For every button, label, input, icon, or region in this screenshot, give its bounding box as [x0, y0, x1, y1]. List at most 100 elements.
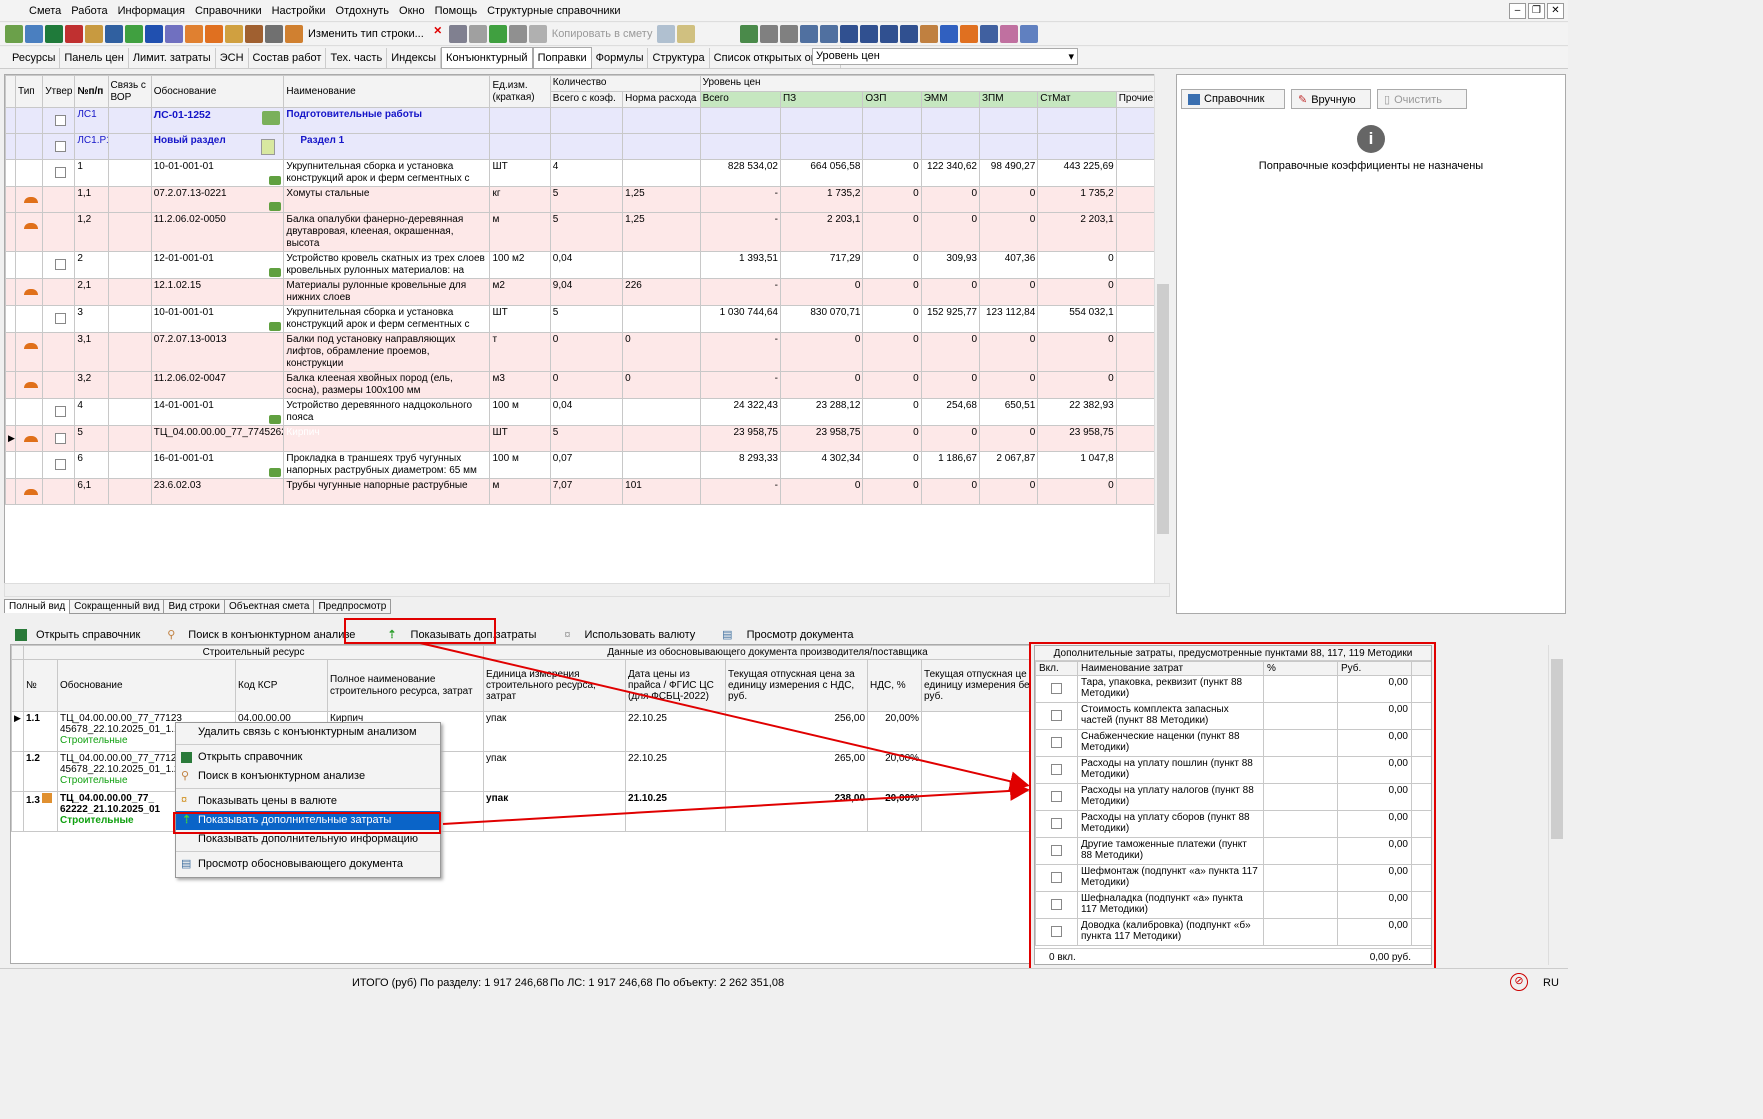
row-link[interactable] [107, 212, 152, 252]
estimate-row[interactable]: 1 10-01-001-01 Укрупнительная сборка и уст… [5, 159, 1156, 187]
stack-icon[interactable] [1020, 25, 1039, 43]
row-norm[interactable] [622, 251, 701, 279]
document-icon[interactable] [261, 139, 276, 155]
menu-item-rest[interactable]: Отдохнуть [331, 0, 395, 17]
clipboard-icon[interactable] [657, 25, 676, 43]
tab-short-view[interactable]: Сокращенный вид [69, 599, 165, 614]
rp-icon[interactable] [760, 25, 779, 43]
blocked-icon[interactable]: ⊘ [1510, 973, 1528, 991]
row-price[interactable]: 256,00 [725, 711, 869, 752]
row-norm[interactable]: 0 [622, 371, 701, 399]
estimate-row[interactable]: 1,2 11.2.06.02-0050 Балка опалубки фанерно… [5, 212, 1156, 252]
col-lower-fullname[interactable]: Полное наименование строительного ресурс… [326, 659, 485, 712]
menu-unlink-conjuncture[interactable]: Удалить связь с конъюнктурным анализом [176, 723, 440, 742]
pile-icon[interactable] [205, 25, 223, 43]
approve-checkbox[interactable] [55, 433, 67, 444]
analysis-row[interactable]: ▶ 1.1 ТЦ_04.00.00.00_77_77123 45678_22.10.2… [11, 711, 1029, 752]
row-qty[interactable]: 7,07 [549, 478, 624, 505]
analysis-row[interactable]: 1.2 ТЦ_04.00.00.00_77_77123 45678_22.10.20… [11, 751, 1029, 792]
row-price[interactable]: 238,00 [725, 791, 869, 832]
row-qty[interactable]: 5 [549, 425, 624, 452]
approve-checkbox[interactable] [55, 406, 67, 417]
col-lower-price2[interactable]: Текущая отпускная це единицу измерения б… [921, 659, 1029, 712]
estimate-row[interactable]: 6,1 23.6.02.03 Трубы чугунные напорные рас… [5, 478, 1156, 505]
move-icon[interactable] [488, 25, 507, 43]
restore-icon[interactable]: ❐ [1528, 3, 1545, 19]
tab-conjuncture[interactable]: Конъюнктурный [441, 47, 533, 69]
tab-indexes[interactable]: Индексы [387, 48, 442, 68]
copy-icon[interactable] [448, 25, 467, 43]
menu-search-conjuncture[interactable]: ⚲ Поиск в конъюнктурном анализе [176, 767, 440, 786]
estimate-row[interactable]: 2,1 12.1.02.15 Материалы рулонные кровельн… [5, 278, 1156, 306]
machine-icon[interactable] [940, 25, 959, 43]
row-qty[interactable]: 5 [549, 186, 624, 213]
subsection-row[interactable]: ЛС1.Р1 Новый раздел Раздел 1 [5, 133, 1156, 160]
layers-icon[interactable] [1000, 25, 1019, 43]
scroll-thumb[interactable] [1551, 659, 1563, 839]
tab-esn[interactable]: ЭСН [216, 48, 249, 68]
col-type[interactable]: Тип [15, 75, 44, 108]
estimate-row[interactable]: 4 14-01-001-01 Устройство деревянного надц… [5, 398, 1156, 426]
save-icon[interactable] [105, 25, 123, 43]
resource-icon[interactable] [185, 25, 203, 43]
col-lower-price[interactable]: Текущая отпускная цена за единицу измере… [725, 659, 869, 712]
col-total[interactable]: Всего [699, 91, 781, 108]
menu-item-help[interactable]: Помощь [430, 0, 483, 17]
excel-icon[interactable] [45, 25, 63, 43]
menu-item-smeta[interactable]: Смета [24, 0, 66, 17]
tab-row-view[interactable]: Вид строки [163, 599, 226, 614]
section-row[interactable]: ЛС1 ЛС-01-1252 Подготовительные работы [5, 107, 1156, 134]
analysis-row[interactable]: 1.3 ТЦ_04.00.00.00_77_ 62222_21.10.2025_01… [11, 791, 1029, 832]
paste-icon[interactable] [468, 25, 487, 43]
col-pz[interactable]: ПЗ [779, 91, 864, 108]
col-approved[interactable]: Утвер [42, 75, 76, 108]
row-link[interactable] [107, 371, 152, 399]
col-zpm[interactable]: ЗПМ [978, 91, 1039, 108]
col-ozp[interactable]: ОЗП [862, 91, 922, 108]
tab-price-panel[interactable]: Панель цен [60, 48, 129, 68]
approve-checkbox[interactable] [55, 167, 67, 178]
book-icon[interactable] [740, 25, 759, 43]
approve-checkbox[interactable] [55, 141, 67, 152]
col-unit[interactable]: Ед.изм. (краткая) [489, 75, 551, 108]
formula-icon[interactable] [269, 415, 282, 424]
menu-item-info[interactable]: Информация [113, 0, 190, 17]
col-qty-norm[interactable]: Норма расхода [622, 91, 701, 108]
row-qty[interactable]: 0,07 [549, 451, 624, 479]
recalc-icon[interactable] [165, 25, 183, 43]
change-type-button[interactable]: Изменить тип строки... [304, 28, 428, 40]
row-link[interactable] [107, 305, 152, 333]
row-qty[interactable]: 0 [549, 371, 624, 399]
approve-checkbox[interactable] [55, 259, 67, 270]
row-norm[interactable] [622, 451, 701, 479]
coefficient-icon[interactable] [225, 25, 243, 43]
tab-preview[interactable]: Предпросмотр [313, 599, 392, 614]
approve-checkbox[interactable] [55, 459, 67, 470]
lower-vertical-scrollbar[interactable] [1548, 645, 1564, 965]
formula-icon[interactable] [269, 202, 282, 211]
estimate-row[interactable]: 2 12-01-001-01 Устройство кровель скатных … [5, 251, 1156, 279]
search-icon[interactable] [85, 25, 103, 43]
copy-to-estimate-button[interactable]: Копировать в смету [548, 28, 657, 40]
row-approve[interactable] [42, 371, 76, 399]
tab-work-composition[interactable]: Состав работ [249, 48, 327, 68]
tab-object-estimate[interactable]: Объектная смета [224, 599, 315, 614]
pdf-icon[interactable] [65, 25, 83, 43]
undo-icon[interactable] [145, 25, 163, 43]
formula-icon[interactable] [269, 176, 282, 185]
row-approve[interactable] [42, 212, 76, 252]
row-link[interactable] [107, 159, 152, 187]
row-norm[interactable] [622, 425, 701, 452]
row-link[interactable] [107, 425, 152, 452]
menu-item-struct-ref[interactable]: Структурные справочники [482, 0, 625, 17]
price-level-select[interactable]: Уровень цен ▾ [812, 48, 1078, 65]
row-norm[interactable] [622, 305, 701, 333]
calc2-icon[interactable] [820, 25, 839, 43]
minimize-icon[interactable]: – [1509, 3, 1526, 19]
tab-structure[interactable]: Структура [648, 48, 710, 68]
estimate-row[interactable]: 3 10-01-001-01 Укрупнительная сборка и уст… [5, 305, 1156, 333]
row-approve[interactable] [42, 305, 76, 333]
hammer-icon[interactable] [920, 25, 939, 43]
col-name[interactable]: Наименование [283, 75, 491, 108]
formula-icon[interactable] [269, 322, 282, 331]
